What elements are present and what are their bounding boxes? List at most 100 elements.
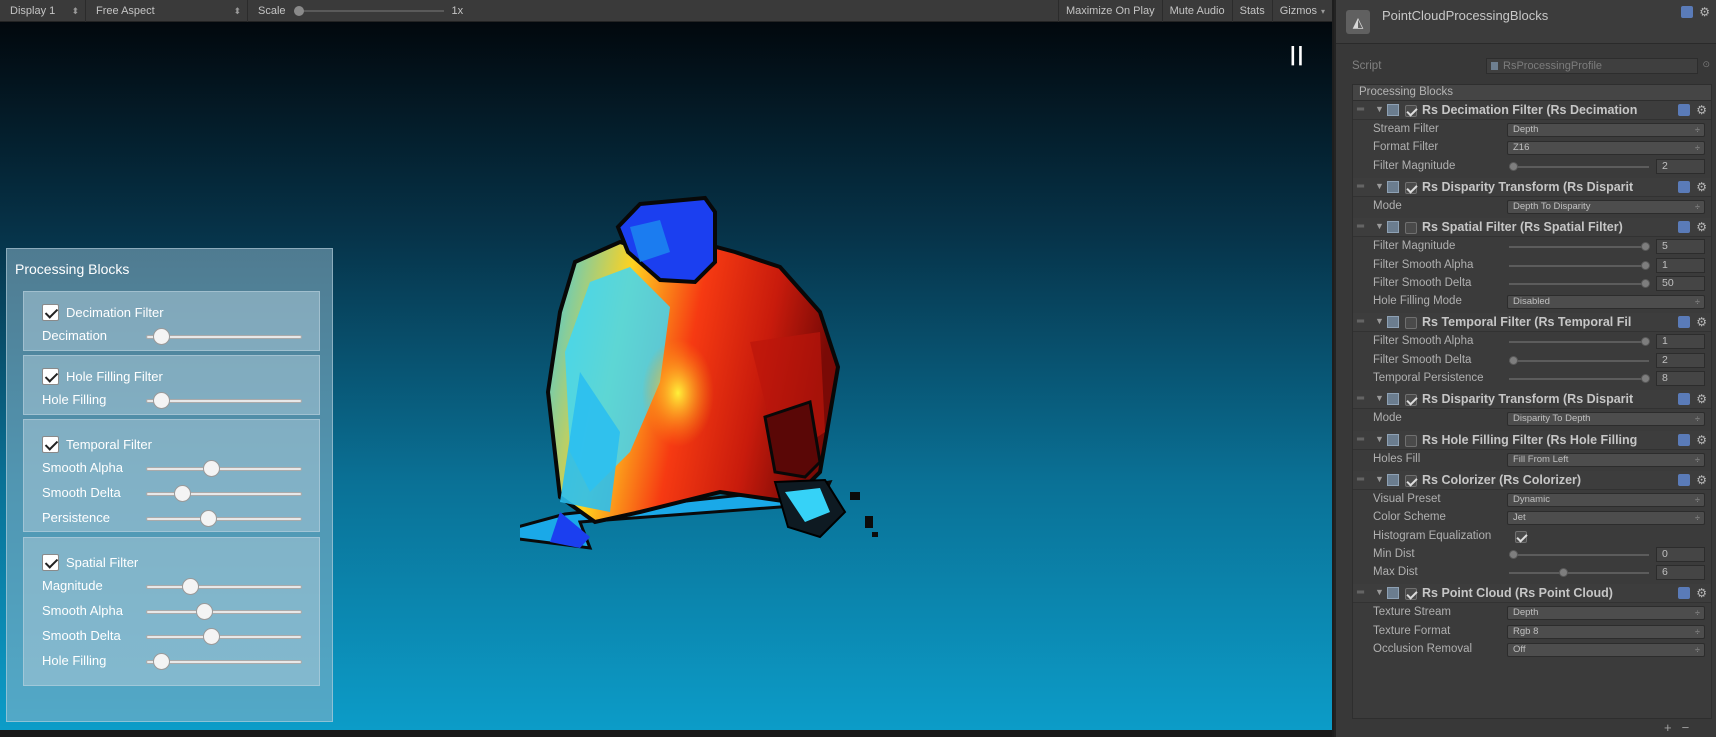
aspect-dropdown[interactable]: Free Aspect ⬍ <box>86 0 248 22</box>
drag-handle-icon[interactable]: ═ <box>1357 474 1364 485</box>
processing-block-header[interactable]: ═ ▼ Rs Temporal Filter (Rs Temporal Fil ⚙ <box>1353 313 1711 333</box>
gear-icon[interactable]: ⚙ <box>1696 181 1707 193</box>
block-enabled-checkbox[interactable] <box>1405 588 1417 601</box>
property-value-field[interactable]: 2 <box>1656 352 1705 368</box>
script-field[interactable]: RsProcessingProfile <box>1486 58 1698 74</box>
property-value-field[interactable]: 0 <box>1656 546 1705 562</box>
property-slider[interactable] <box>1509 260 1650 270</box>
slider-thumb[interactable] <box>202 628 220 645</box>
slider-knob[interactable] <box>1641 337 1650 347</box>
gear-icon[interactable]: ⚙ <box>1696 587 1707 599</box>
property-value-field[interactable]: 1 <box>1656 257 1705 273</box>
property-dropdown[interactable]: Off <box>1507 643 1705 657</box>
slider-thumb[interactable] <box>174 485 192 502</box>
property-dropdown[interactable]: Dynamic <box>1507 492 1705 507</box>
property-value-field[interactable]: 8 <box>1656 371 1705 386</box>
foldout-arrow-icon[interactable]: ▼ <box>1375 587 1384 597</box>
foldout-arrow-icon[interactable]: ▼ <box>1375 474 1384 484</box>
slider-thumb[interactable] <box>181 578 199 595</box>
property-dropdown[interactable]: Disabled <box>1507 295 1705 310</box>
gear-icon[interactable]: ⚙ <box>1696 393 1707 405</box>
slider-thumb[interactable] <box>202 460 220 477</box>
smooth-alpha-slider[interactable] <box>146 467 302 471</box>
drag-handle-icon[interactable]: ═ <box>1357 393 1364 404</box>
help-book-icon[interactable] <box>1678 587 1691 600</box>
temporal-checkbox[interactable] <box>42 436 59 453</box>
scale-slider[interactable] <box>293 5 444 16</box>
help-book-icon[interactable] <box>1678 104 1691 116</box>
drag-handle-icon[interactable]: ═ <box>1357 434 1364 445</box>
property-slider[interactable] <box>1509 568 1649 578</box>
block-enabled-checkbox[interactable] <box>1405 394 1417 407</box>
gear-icon[interactable]: ⚙ <box>1696 316 1707 328</box>
slider-thumb[interactable] <box>153 653 171 670</box>
processing-block-header[interactable]: ═ ▼ Rs Disparity Transform (Rs Disparit ⚙ <box>1353 177 1711 197</box>
add-icon[interactable]: + <box>1664 720 1672 735</box>
decimation-checkbox[interactable] <box>42 304 59 321</box>
foldout-arrow-icon[interactable]: ▼ <box>1375 181 1384 191</box>
smooth-delta-slider[interactable] <box>146 492 302 496</box>
block-enabled-checkbox[interactable] <box>1405 434 1417 447</box>
property-dropdown[interactable]: Depth <box>1507 123 1705 137</box>
foldout-arrow-icon[interactable]: ▼ <box>1375 434 1384 444</box>
scale-slider-thumb[interactable] <box>293 5 304 16</box>
maximize-on-play-button[interactable]: Maximize On Play <box>1057 0 1162 22</box>
property-dropdown[interactable]: Disparity To Depth <box>1507 412 1705 427</box>
property-slider[interactable] <box>1509 549 1649 559</box>
spatial-checkbox[interactable] <box>42 554 59 571</box>
property-dropdown[interactable]: Fill From Left <box>1507 452 1705 467</box>
slider-knob[interactable] <box>1641 242 1650 252</box>
help-book-icon[interactable] <box>1678 316 1691 329</box>
hole-filling-checkbox[interactable] <box>42 368 59 385</box>
drag-handle-icon[interactable]: ═ <box>1357 221 1364 232</box>
help-book-icon[interactable] <box>1678 473 1691 486</box>
slider-thumb[interactable] <box>195 603 213 620</box>
help-book-icon[interactable] <box>1678 393 1691 406</box>
slider-thumb[interactable] <box>153 392 171 409</box>
property-slider[interactable] <box>1509 337 1650 347</box>
slider-knob[interactable] <box>1509 549 1518 559</box>
property-value-field[interactable]: 2 <box>1656 158 1705 174</box>
property-dropdown[interactable]: Jet <box>1507 511 1705 526</box>
property-value-field[interactable]: 6 <box>1656 565 1705 581</box>
help-book-icon[interactable] <box>1681 6 1694 18</box>
drag-handle-icon[interactable]: ═ <box>1357 104 1364 115</box>
gear-icon[interactable]: ⚙ <box>1696 221 1707 233</box>
gizmos-button[interactable]: Gizmos ▾ <box>1271 0 1332 22</box>
smooth-alpha-slider[interactable] <box>146 610 302 614</box>
property-dropdown[interactable]: Rgb 8 <box>1507 624 1705 639</box>
drag-handle-icon[interactable]: ═ <box>1357 587 1364 598</box>
block-enabled-checkbox[interactable] <box>1405 222 1417 235</box>
property-value-field[interactable]: 1 <box>1656 334 1705 350</box>
property-dropdown[interactable]: Depth <box>1507 606 1705 621</box>
persistence-slider[interactable] <box>146 517 302 521</box>
property-slider[interactable] <box>1509 161 1649 171</box>
object-picker-icon[interactable]: ⊙ <box>1702 59 1710 70</box>
property-dropdown[interactable]: Z16 <box>1507 141 1705 156</box>
drag-handle-icon[interactable]: ═ <box>1357 181 1364 192</box>
slider-knob[interactable] <box>1641 374 1650 383</box>
foldout-arrow-icon[interactable]: ▼ <box>1375 221 1384 231</box>
property-toggle[interactable] <box>1515 530 1527 543</box>
block-enabled-checkbox[interactable] <box>1405 181 1417 194</box>
stats-button[interactable]: Stats <box>1231 0 1272 22</box>
property-slider[interactable] <box>1509 242 1650 252</box>
remove-icon[interactable]: − <box>1682 720 1690 735</box>
gear-icon[interactable]: ⚙ <box>1699 6 1710 18</box>
slider-knob[interactable] <box>1509 355 1518 365</box>
gear-icon[interactable]: ⚙ <box>1696 474 1707 486</box>
slider-thumb[interactable] <box>153 328 171 345</box>
processing-block-header[interactable]: ═ ▼ Rs Point Cloud (Rs Point Cloud) ⚙ <box>1353 584 1711 604</box>
help-book-icon[interactable] <box>1678 433 1691 446</box>
gear-icon[interactable]: ⚙ <box>1696 104 1707 116</box>
slider-knob[interactable] <box>1641 278 1650 288</box>
drag-handle-icon[interactable]: ═ <box>1357 316 1364 327</box>
display-dropdown[interactable]: Display 1 ⬍ <box>0 0 86 22</box>
property-slider[interactable] <box>1509 355 1649 365</box>
mute-audio-button[interactable]: Mute Audio <box>1161 0 1232 22</box>
property-dropdown[interactable]: Depth To Disparity <box>1507 199 1705 214</box>
foldout-arrow-icon[interactable]: ▼ <box>1375 104 1384 114</box>
processing-block-header[interactable]: ═ ▼ Rs Spatial Filter (Rs Spatial Filter) ⚙ <box>1353 218 1711 238</box>
magnitude-slider[interactable] <box>146 585 302 589</box>
property-slider[interactable] <box>1509 278 1650 288</box>
